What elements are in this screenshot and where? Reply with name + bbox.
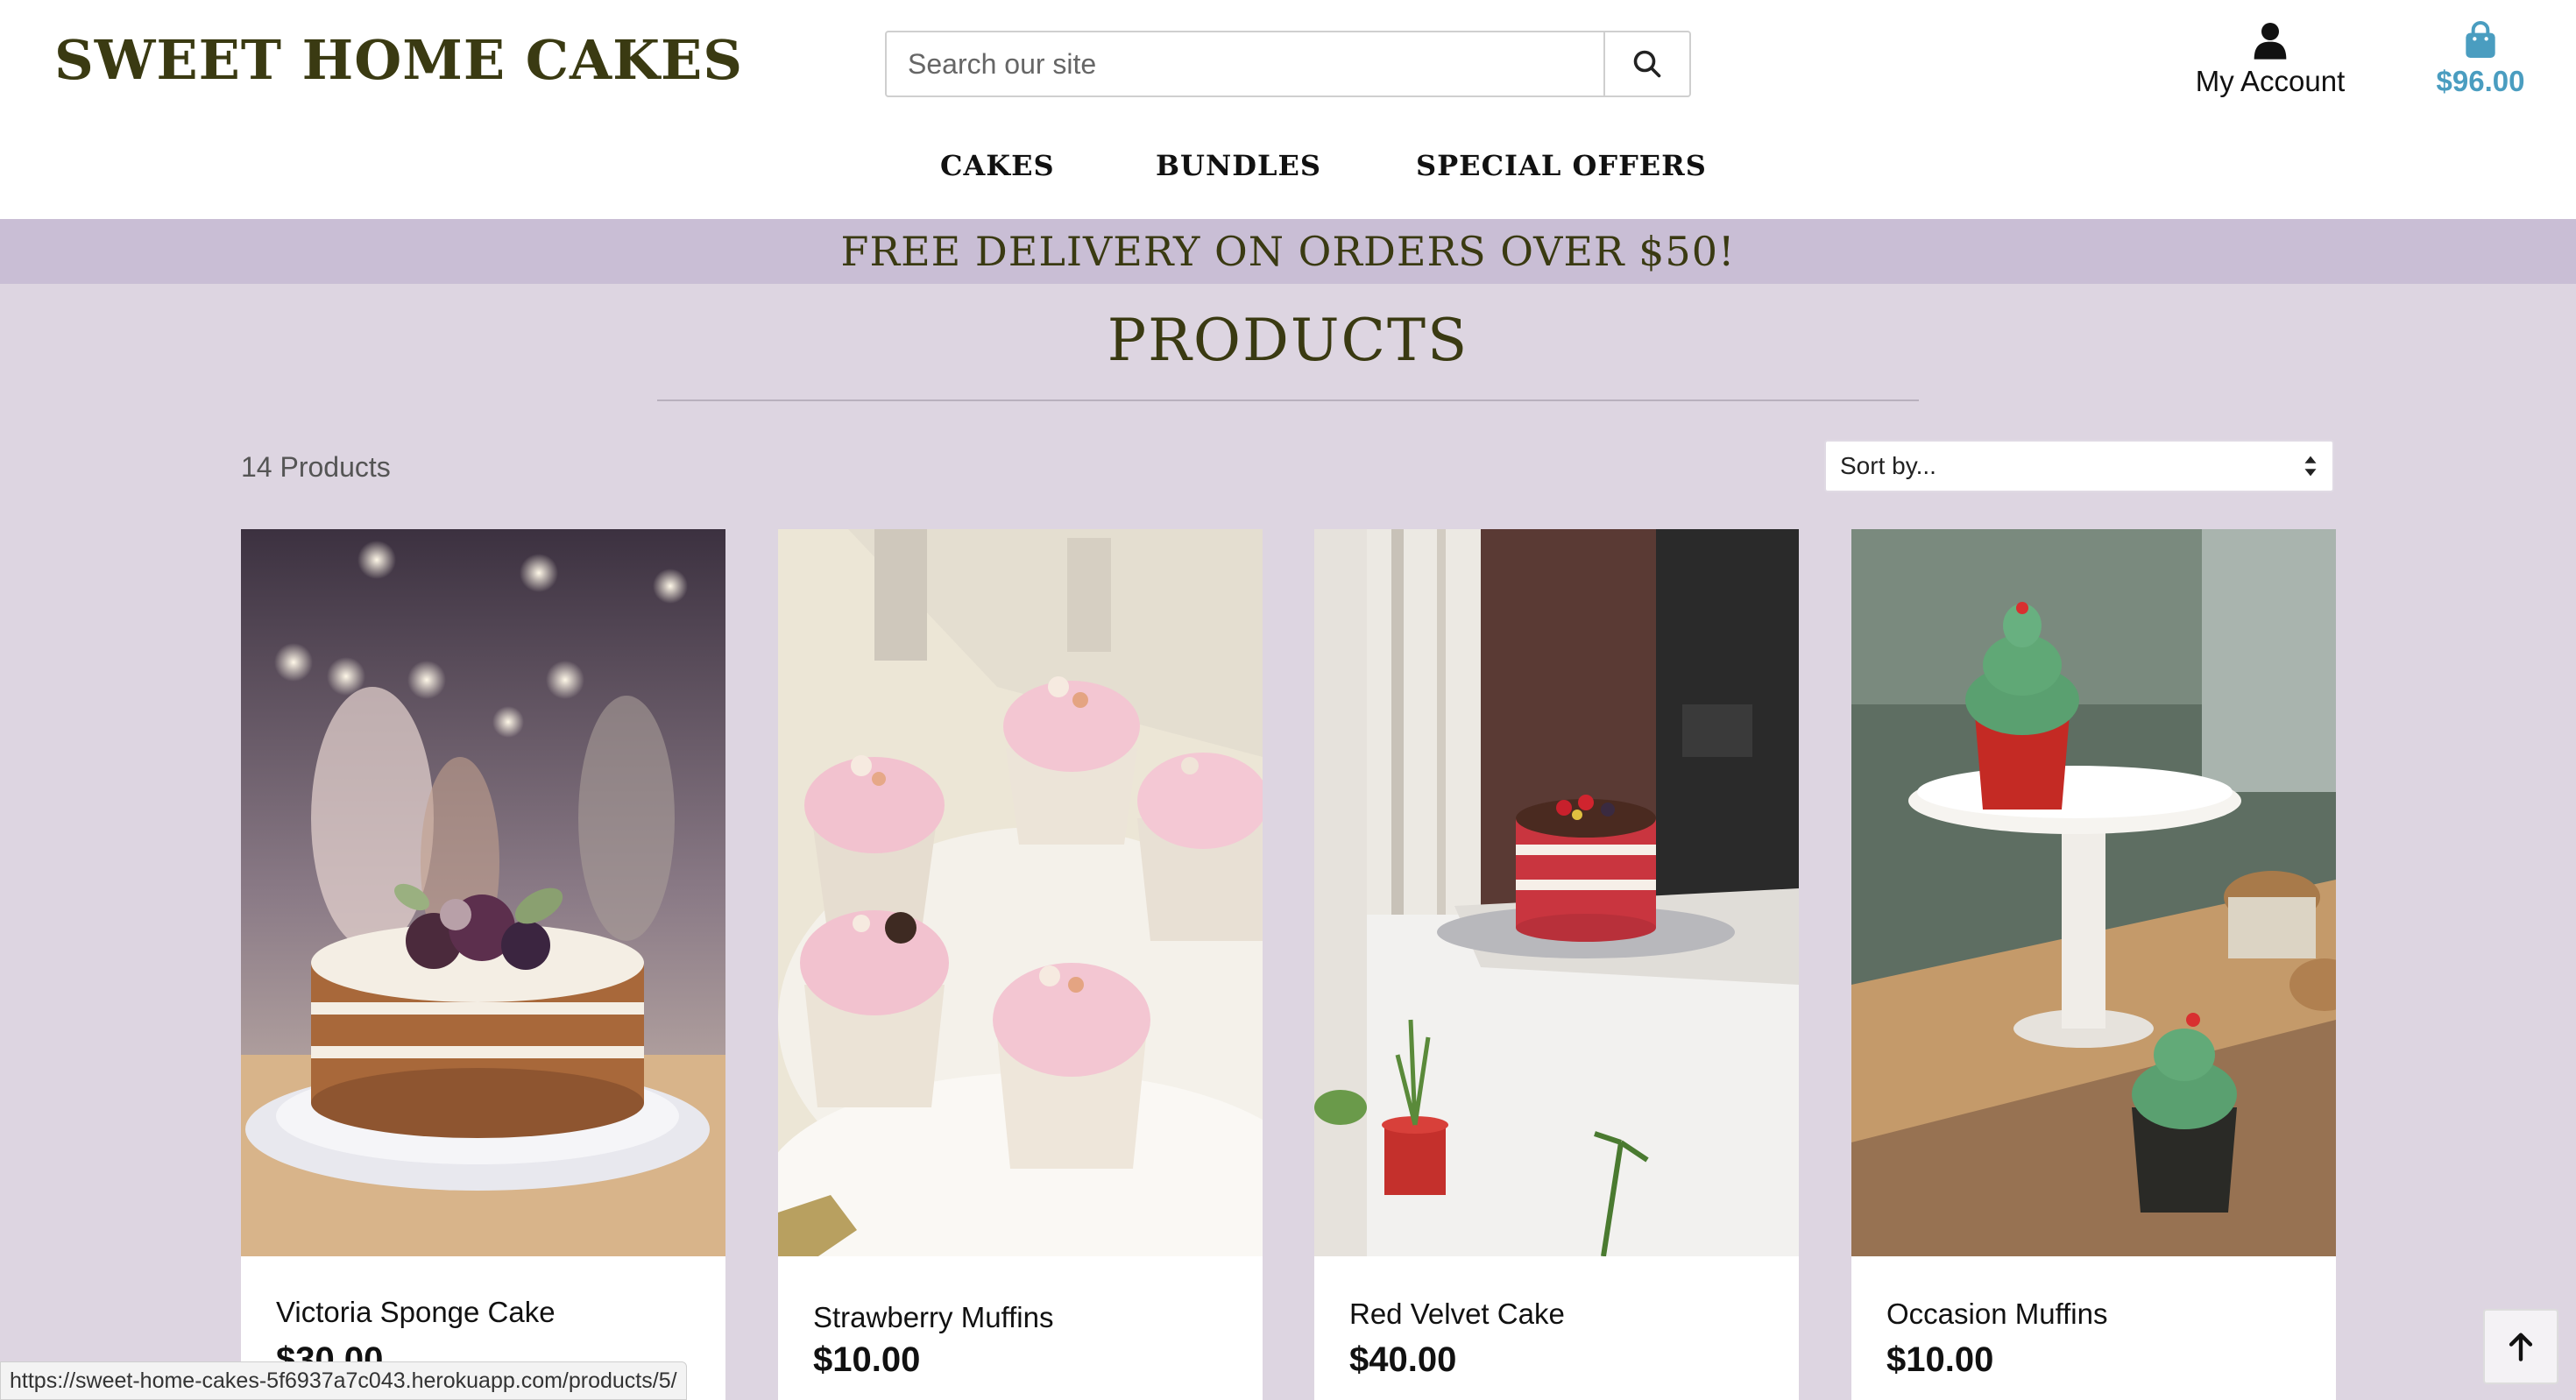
- brand-logo[interactable]: SWEET HOME CAKES: [54, 28, 743, 92]
- product-image-occasion-muffins[interactable]: [1851, 529, 2336, 1256]
- shopping-bag-link[interactable]: $96.00: [2415, 21, 2546, 98]
- product-card[interactable]: Strawberry Muffins $10.00: [778, 529, 1263, 1400]
- product-image-red-velvet[interactable]: [1314, 529, 1799, 1256]
- my-account-link[interactable]: My Account: [2187, 21, 2353, 98]
- search-form: [885, 31, 1691, 97]
- my-account-label: My Account: [2195, 65, 2346, 97]
- product-name[interactable]: Red Velvet Cake: [1349, 1297, 1565, 1331]
- nav-item-cakes[interactable]: CAKES: [940, 149, 1055, 182]
- product-card[interactable]: Occasion Muffins $10.00: [1851, 529, 2336, 1400]
- product-count: 14 Products: [241, 451, 391, 483]
- sort-arrows-icon: [2304, 456, 2317, 477]
- back-to-top-button[interactable]: [2483, 1309, 2558, 1384]
- product-price: $10.00: [1886, 1340, 1994, 1379]
- bag-total: $96.00: [2436, 65, 2525, 97]
- product-name[interactable]: Victoria Sponge Cake: [276, 1296, 556, 1329]
- main-nav: CAKES BUNDLES SPECIAL OFFERS: [0, 149, 2576, 193]
- nav-item-bundles[interactable]: BUNDLES: [1156, 149, 1321, 182]
- product-image-strawberry-muffins[interactable]: [778, 529, 1263, 1256]
- product-price: $40.00: [1349, 1340, 1457, 1379]
- status-bar-url: https://sweet-home-cakes-5f6937a7c043.he…: [0, 1361, 687, 1400]
- user-icon: [2254, 23, 2287, 60]
- page-title: PRODUCTS: [1107, 307, 1469, 374]
- title-divider: [657, 399, 1919, 401]
- search-input[interactable]: [887, 32, 1603, 95]
- sort-select[interactable]: Sort by...: [1824, 440, 2334, 492]
- search-button[interactable]: [1603, 32, 1689, 95]
- shopping-bag-icon: [2466, 21, 2495, 58]
- search-icon: [1633, 50, 1661, 78]
- product-name[interactable]: Strawberry Muffins: [813, 1301, 1053, 1334]
- product-card[interactable]: Victoria Sponge Cake $30.00: [241, 529, 725, 1400]
- sort-selected-value: Sort by...: [1840, 452, 1936, 479]
- product-price: $10.00: [813, 1340, 921, 1379]
- site-header: SWEET HOME CAKES My Account $96.00 CAKES…: [0, 0, 2576, 219]
- nav-item-special-offers[interactable]: SPECIAL OFFERS: [1416, 149, 1707, 182]
- product-name[interactable]: Occasion Muffins: [1886, 1297, 2108, 1331]
- free-delivery-banner: FREE DELIVERY ON ORDERS OVER $50!: [0, 219, 2576, 284]
- arrow-up-icon: [2509, 1333, 2533, 1361]
- product-card[interactable]: Red Velvet Cake $40.00: [1314, 529, 1799, 1400]
- product-image-victoria-sponge[interactable]: [241, 529, 725, 1256]
